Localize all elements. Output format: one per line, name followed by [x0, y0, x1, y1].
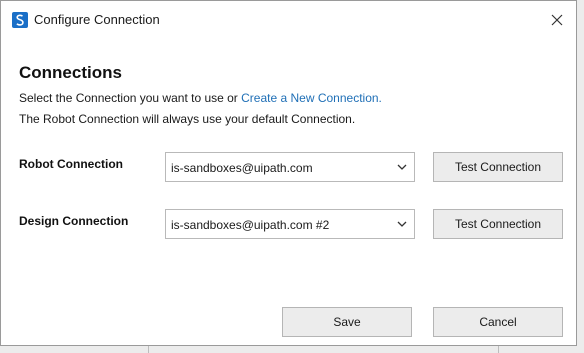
robot-connection-value: is-sandboxes@uipath.com	[171, 161, 313, 175]
robot-connection-select[interactable]: is-sandboxes@uipath.com	[165, 152, 415, 182]
design-connection-select[interactable]: is-sandboxes@uipath.com #2	[165, 209, 415, 239]
chevron-down-icon	[397, 221, 407, 227]
uipath-app-icon	[12, 12, 28, 28]
chevron-down-icon	[397, 164, 407, 170]
save-button[interactable]: Save	[282, 307, 412, 337]
robot-test-connection-button[interactable]: Test Connection	[433, 152, 563, 182]
description-line-2: The Robot Connection will always use you…	[19, 112, 356, 126]
design-connection-label: Design Connection	[19, 214, 129, 228]
background-divider	[148, 346, 149, 353]
robot-connection-label: Robot Connection	[19, 157, 123, 171]
cancel-button[interactable]: Cancel	[433, 307, 563, 337]
design-connection-value: is-sandboxes@uipath.com #2	[171, 218, 330, 232]
description-line-1: Select the Connection you want to use or…	[19, 91, 382, 105]
design-test-connection-button[interactable]: Test Connection	[433, 209, 563, 239]
page-title: Connections	[19, 63, 122, 82]
window-title: Configure Connection	[34, 12, 160, 27]
close-icon	[551, 14, 563, 26]
title-bar: Configure Connection	[1, 1, 576, 39]
description-text: Select the Connection you want to use or	[19, 91, 242, 105]
configure-connection-dialog: Configure Connection Connections Select …	[0, 0, 577, 346]
create-new-connection-link[interactable]: Create a New Connection.	[241, 91, 382, 105]
close-button[interactable]	[544, 7, 570, 33]
background-divider	[498, 346, 499, 353]
